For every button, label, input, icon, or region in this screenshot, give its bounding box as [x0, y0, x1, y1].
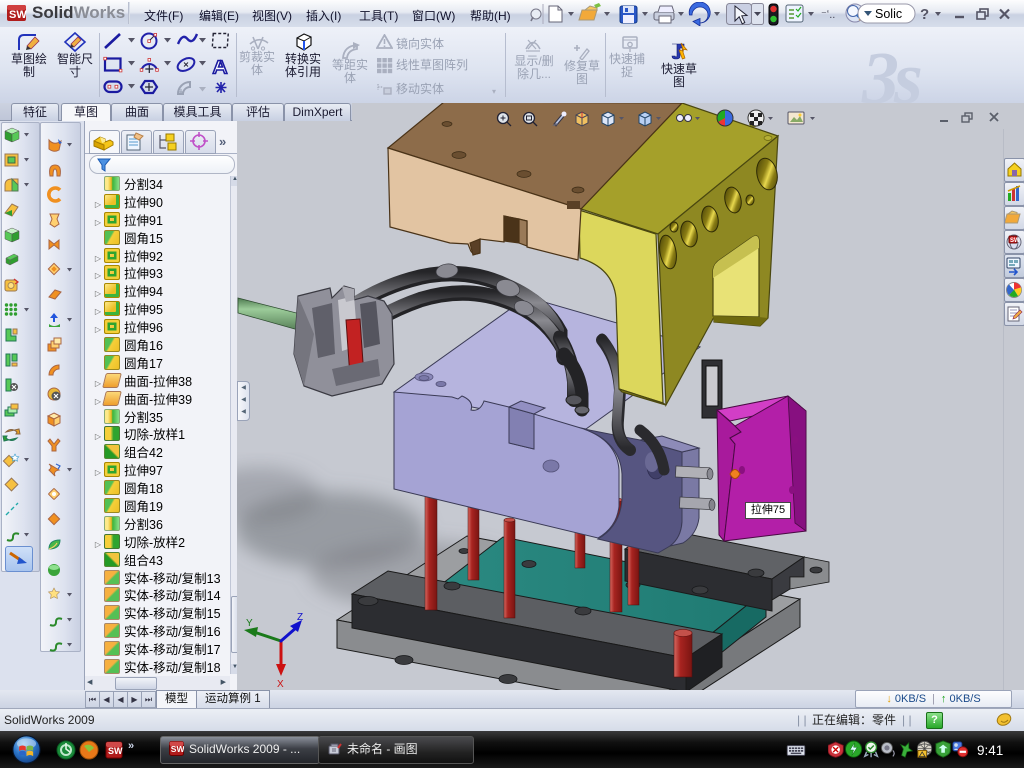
svg-text:X: X — [277, 679, 284, 690]
svg-text:Solic: Solic — [875, 7, 902, 21]
svg-text:»: » — [128, 740, 134, 752]
svg-text:?: ? — [920, 6, 929, 23]
svg-text:Z: Z — [297, 612, 303, 623]
svg-text:SW: SW — [9, 9, 27, 21]
svg-text:⁻ʻ..: ⁻ʻ.. — [821, 9, 835, 21]
svg-text:SW: SW — [1010, 238, 1020, 244]
svg-text:SW: SW — [171, 744, 184, 754]
svg-text:Y: Y — [246, 618, 253, 629]
svg-text:SW: SW — [108, 746, 123, 756]
